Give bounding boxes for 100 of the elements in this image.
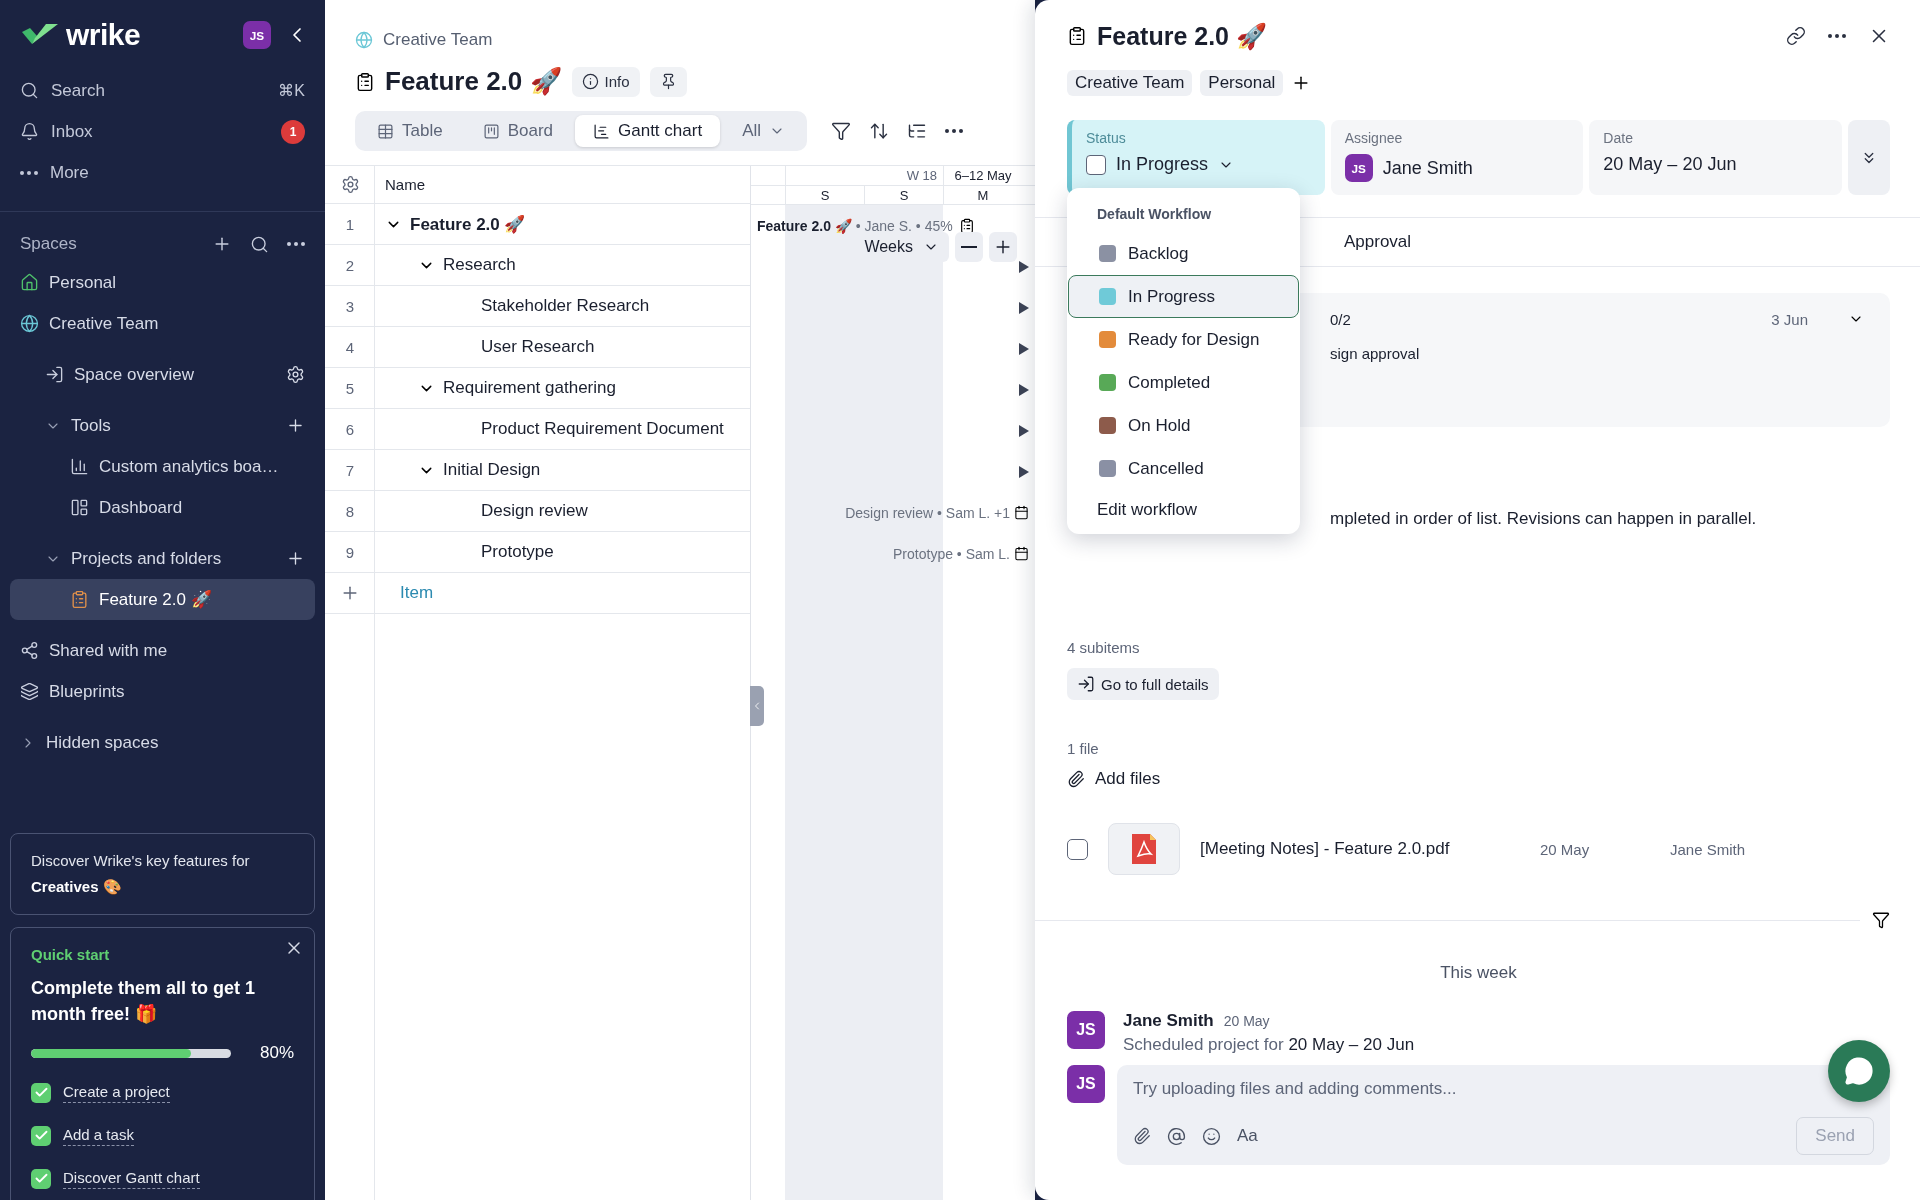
expand-fields-button[interactable]: [1848, 120, 1890, 195]
nav-item[interactable]: Inbox 1: [0, 111, 325, 152]
sidebar-tree-item[interactable]: Hidden spaces: [10, 722, 315, 763]
sidebar-tree-item[interactable]: Projects and folders: [10, 538, 315, 579]
sidebar-tree-item[interactable]: Feature 2.0 🚀: [10, 579, 315, 620]
task-link[interactable]: Add a task: [63, 1125, 134, 1146]
status-option[interactable]: Completed: [1068, 361, 1299, 404]
status-option[interactable]: Cancelled: [1068, 447, 1299, 490]
more-icon: [1828, 34, 1846, 38]
file-row[interactable]: [Meeting Notes] - Feature 2.0.pdf 20 May Jane Smith: [1067, 823, 1890, 875]
view-tab[interactable]: Table: [359, 115, 461, 147]
filter-button[interactable]: [831, 121, 852, 141]
sidebar-tree-item[interactable]: Space overview: [10, 354, 315, 395]
settings-icon[interactable]: [286, 365, 305, 384]
task-row[interactable]: 2 Research: [325, 245, 750, 286]
info-button[interactable]: Info: [571, 66, 640, 97]
pin-button[interactable]: [649, 66, 687, 97]
copy-link-button[interactable]: [1786, 26, 1806, 46]
task-row[interactable]: 6 Product Requirement Document: [325, 409, 750, 450]
settings-icon[interactable]: [340, 175, 360, 194]
shortcut-hint: ⌘K: [278, 81, 305, 100]
full-details-button[interactable]: Go to full details: [1067, 668, 1219, 700]
mention-button[interactable]: [1167, 1126, 1186, 1146]
emoji-button[interactable]: [1202, 1126, 1221, 1146]
approval-label[interactable]: Approval: [1344, 232, 1412, 252]
task-row[interactable]: 9 Prototype: [325, 532, 750, 573]
task-row[interactable]: 4 User Research: [325, 327, 750, 368]
view-tab[interactable]: Board: [464, 115, 571, 147]
enter-icon: [45, 365, 64, 384]
nav-item[interactable]: More: [0, 152, 325, 193]
breadcrumb-link[interactable]: Creative Team: [383, 30, 493, 50]
sidebar-tree-item[interactable]: Creative Team: [10, 303, 315, 344]
task-row[interactable]: 5 Requirement gathering: [325, 368, 750, 409]
paperclip-icon: [1067, 770, 1085, 788]
status-option[interactable]: In Progress: [1068, 275, 1299, 318]
user-avatar[interactable]: JS: [243, 21, 271, 49]
space-tag[interactable]: Creative Team: [1067, 70, 1193, 96]
view-tab[interactable]: Gantt chart: [575, 115, 721, 147]
sidebar-tree-item[interactable]: Shared with me: [10, 630, 315, 671]
file-name[interactable]: [Meeting Notes] - Feature 2.0.pdf: [1200, 839, 1540, 859]
zoom-in-button[interactable]: [989, 232, 1017, 262]
assignee-field[interactable]: Assignee JS Jane Smith: [1330, 120, 1584, 195]
task-checkbox[interactable]: [31, 1168, 51, 1189]
column-header[interactable]: Name: [385, 176, 425, 193]
status-option[interactable]: On Hold: [1068, 404, 1299, 447]
format-button[interactable]: Aa: [1237, 1126, 1258, 1146]
enter-icon: [1077, 675, 1095, 693]
more-icon[interactable]: [287, 242, 305, 246]
filter-dropdown[interactable]: All: [724, 115, 804, 147]
nav-item[interactable]: Search ⌘K: [0, 70, 325, 111]
due-date: 3 Jun: [1771, 310, 1808, 328]
check-icon: [33, 1128, 49, 1143]
sidebar-tree-item[interactable]: Tools: [10, 405, 315, 446]
task-checkbox[interactable]: [31, 1125, 51, 1146]
sidebar-tree-item[interactable]: Dashboard: [10, 487, 315, 528]
promo-card[interactable]: Discover Wrike's key features for Creatives 🎨: [10, 833, 315, 915]
sidebar-tree-item[interactable]: Custom analytics boa…: [10, 446, 315, 487]
zoom-out-button[interactable]: [955, 232, 983, 262]
pdf-file-icon: [1132, 834, 1156, 864]
sidebar-tree-item[interactable]: Blueprints: [10, 671, 315, 712]
card-eyebrow: Quick start: [31, 946, 111, 963]
offscreen-arrow-icon: [1019, 424, 1029, 437]
task-checkbox[interactable]: [31, 1082, 51, 1103]
attach-button[interactable]: [1133, 1127, 1151, 1145]
task-row[interactable]: 8 Design review: [325, 491, 750, 532]
status-field[interactable]: Status In Progress: [1067, 120, 1325, 195]
status-option[interactable]: Ready for Design: [1068, 318, 1299, 361]
filter-button[interactable]: [1872, 911, 1890, 929]
more-icon: [945, 129, 964, 133]
add-item-link[interactable]: Item: [385, 583, 434, 603]
hierarchy-button[interactable]: [907, 121, 928, 141]
file-checkbox[interactable]: [1067, 838, 1088, 860]
user-avatar: JS: [1344, 154, 1373, 182]
date-field[interactable]: Date 20 May – 20 Jun: [1589, 120, 1842, 195]
resize-handle[interactable]: [750, 686, 764, 726]
search-icon[interactable]: [250, 234, 269, 254]
task-row[interactable]: 3 Stakeholder Research: [325, 286, 750, 327]
plus-icon[interactable]: [286, 549, 305, 568]
task-name: Initial Design: [443, 460, 541, 480]
plus-icon[interactable]: [286, 416, 305, 435]
task-row[interactable]: 7 Initial Design: [325, 450, 750, 491]
sidebar-tree-item[interactable]: Personal: [10, 262, 315, 303]
task-link[interactable]: Discover Gantt chart: [63, 1168, 200, 1189]
task-name: User Research: [481, 337, 595, 357]
more-button[interactable]: [1828, 34, 1846, 38]
status-option[interactable]: Backlog: [1068, 232, 1299, 275]
add-files-button[interactable]: Add files: [1067, 769, 1161, 789]
task-link[interactable]: Create a project: [63, 1082, 170, 1103]
more-button[interactable]: [945, 129, 964, 133]
logo-wordmark: wrike: [66, 18, 141, 52]
chat-button[interactable]: [1828, 1040, 1890, 1102]
sort-button[interactable]: [869, 121, 890, 141]
task-row[interactable]: 1 Feature 2.0 🚀: [325, 204, 750, 245]
edit-workflow-button[interactable]: Edit workflow: [1067, 490, 1228, 524]
status-checkbox[interactable]: [1086, 154, 1106, 175]
dashboard-icon: [70, 498, 89, 517]
space-tag[interactable]: Personal: [1200, 70, 1284, 96]
minus-icon: [961, 246, 977, 248]
timeline-heading: This week: [1439, 963, 1518, 983]
row-number: 9: [344, 542, 356, 563]
